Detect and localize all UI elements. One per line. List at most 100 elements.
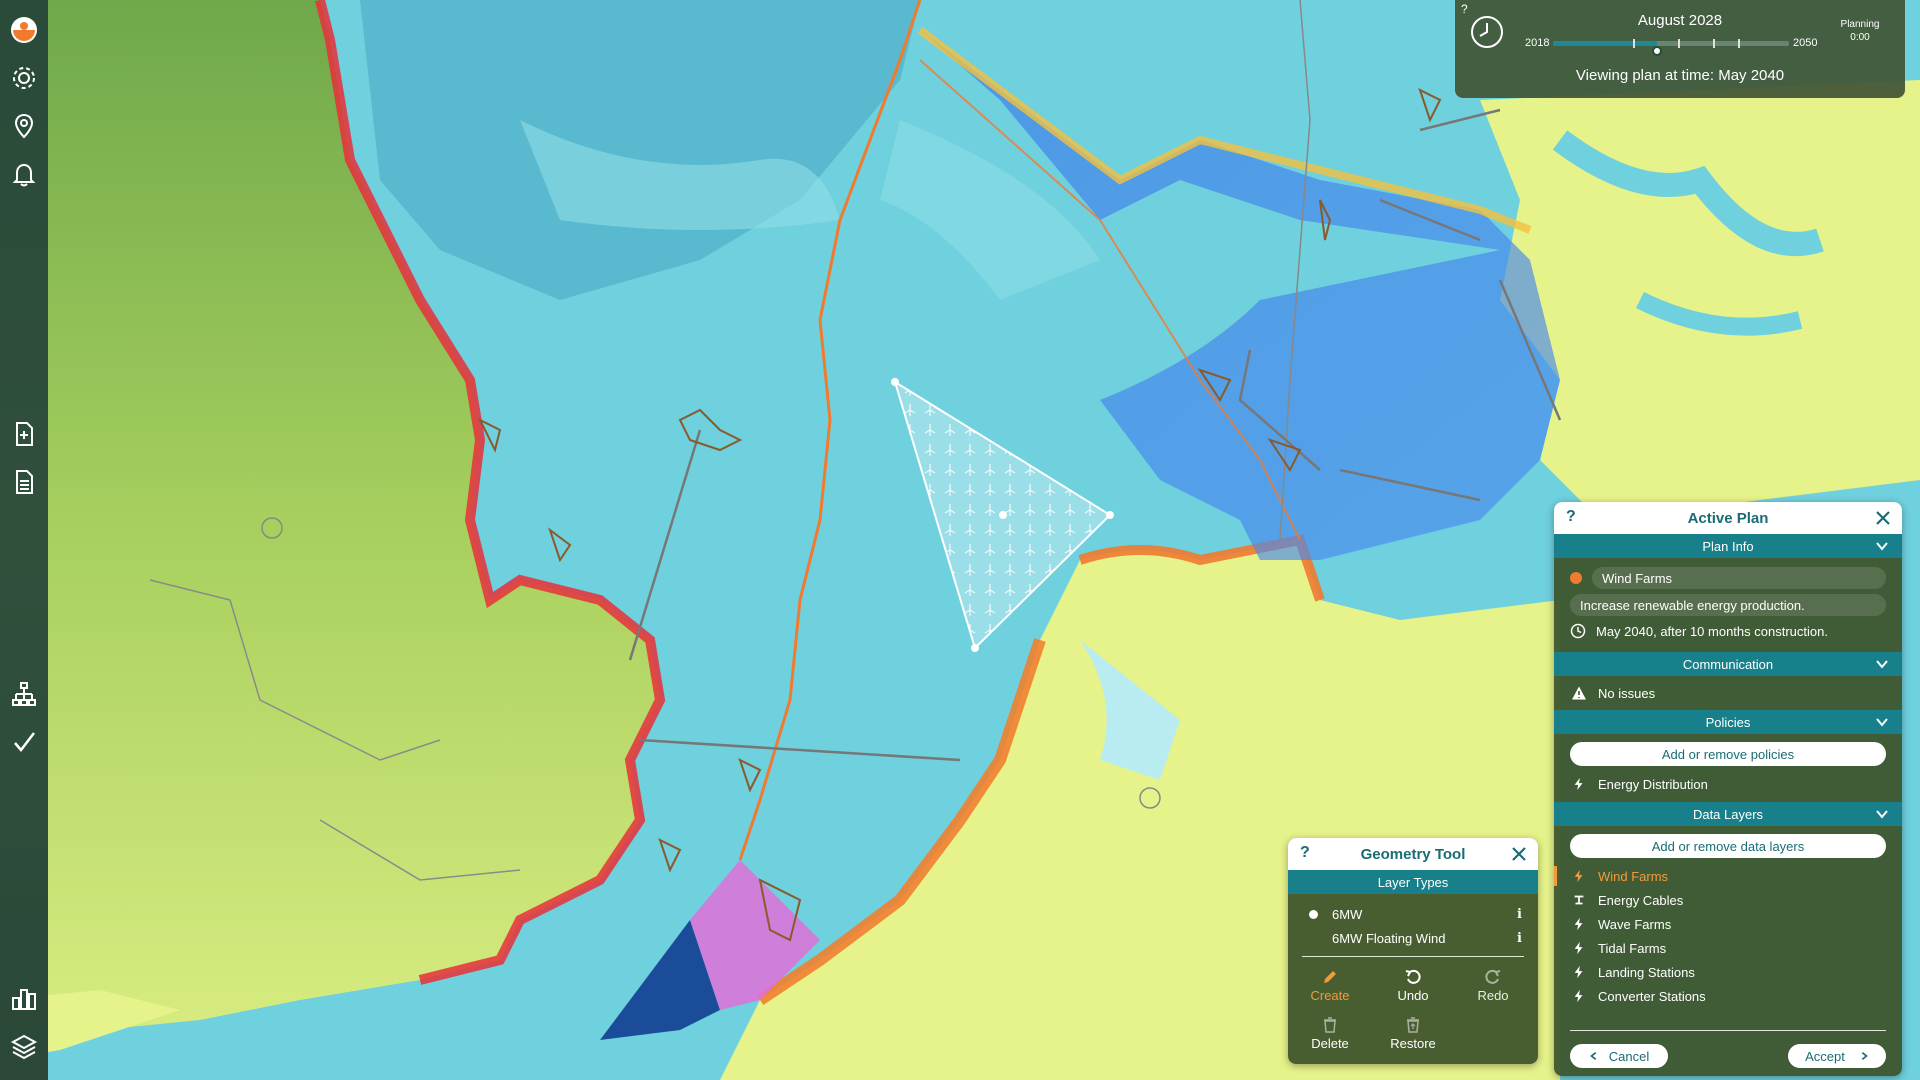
settings-button[interactable] [0, 54, 48, 102]
restore-button[interactable]: Restore [1373, 1016, 1453, 1051]
timeline-tick [1738, 39, 1740, 48]
timeline-panel: ? August 2028 2018 2050 Planning 0:00 Vi… [1455, 0, 1905, 98]
denmark-landmass [1480, 80, 1920, 520]
create-button[interactable]: Create [1290, 968, 1370, 1003]
info-icon[interactable]: i [1517, 907, 1522, 922]
logo-icon [11, 17, 37, 43]
pencil-icon [1324, 971, 1336, 983]
communication-status-row: No issues [1554, 676, 1902, 710]
layers-button[interactable] [0, 1022, 48, 1070]
trash-icon [1324, 1017, 1336, 1033]
data-layers-header[interactable]: Data Layers [1554, 802, 1902, 826]
lightning-icon [1574, 777, 1583, 791]
checkmark-icon [14, 732, 35, 752]
data-layer-item[interactable]: Wind Farms [1554, 864, 1902, 888]
layers-icon [10, 1034, 38, 1060]
plan-color-dot[interactable] [1570, 572, 1582, 584]
data-layer-item[interactable]: Tidal Farms [1554, 936, 1902, 960]
chevron-right-icon [1861, 1052, 1868, 1060]
left-sidebar [0, 0, 48, 1080]
hierarchy-icon [12, 682, 36, 706]
timeline-start-year: 2018 [1525, 37, 1550, 49]
geometry-tool-window: ? Geometry Tool Layer Types 6MW i 6MW Fl… [1288, 838, 1538, 1064]
redo-button[interactable]: Redo [1453, 968, 1533, 1003]
redo-icon [1485, 969, 1501, 984]
planning-status: Planning 0:00 [1815, 18, 1905, 44]
restore-trash-icon [1407, 1017, 1419, 1033]
active-plan-window: ? Active Plan Plan Info Wind Farms Incre… [1554, 502, 1902, 1076]
notifications-button[interactable] [0, 150, 48, 198]
delete-button[interactable]: Delete [1290, 1016, 1370, 1051]
hierarchy-button[interactable] [0, 670, 48, 718]
bar-chart-icon [12, 989, 36, 1010]
lightning-icon [1574, 941, 1583, 955]
cancel-button[interactable]: Cancel [1570, 1044, 1668, 1068]
timeline-end-year: 2050 [1793, 37, 1818, 49]
chevron-left-icon [1589, 1052, 1596, 1060]
location-button[interactable] [0, 102, 48, 150]
accept-button[interactable]: Accept [1788, 1044, 1886, 1068]
layer-type-label: 6MW Floating Wind [1332, 930, 1446, 946]
chevron-down-icon [1876, 542, 1888, 551]
viewing-plan-text: Viewing plan at time: May 2040 [1575, 67, 1785, 84]
timeline-tick [1678, 39, 1680, 48]
timeline-slider[interactable] [1553, 39, 1789, 56]
policy-item[interactable]: Energy Distribution [1554, 772, 1902, 796]
undo-button[interactable]: Undo [1373, 968, 1453, 1003]
active-plan-header: ? Active Plan [1554, 502, 1902, 534]
add-remove-policies-button[interactable]: Add or remove policies [1570, 742, 1886, 766]
plan-name-field[interactable]: Wind Farms [1592, 567, 1886, 589]
close-icon[interactable] [1874, 509, 1892, 527]
settings-icon [13, 67, 35, 89]
planning-label: Planning [1840, 19, 1880, 30]
communication-status: No issues [1598, 685, 1656, 701]
layer-type-option[interactable]: 6MW i [1288, 902, 1538, 926]
chevron-down-icon [1876, 718, 1888, 727]
new-plan-icon [16, 422, 33, 446]
location-pin-icon [14, 113, 34, 139]
timeline-thumb[interactable] [1651, 46, 1662, 56]
layer-type-option[interactable]: 6MW Floating Wind i [1288, 926, 1538, 950]
data-layer-item[interactable]: Converter Stations [1554, 984, 1902, 1008]
lightning-icon [1574, 917, 1583, 931]
planning-time: 0:00 [1850, 32, 1870, 43]
layer-type-label: 6MW [1332, 906, 1363, 922]
close-icon[interactable] [1510, 845, 1528, 863]
cable-icon [1574, 895, 1584, 905]
policies-header[interactable]: Policies [1554, 710, 1902, 734]
geometry-tool-title: Geometry Tool [1360, 845, 1466, 863]
timeline-tick [1633, 39, 1635, 48]
logo-button[interactable] [0, 6, 48, 54]
statistics-button[interactable] [0, 974, 48, 1022]
active-plan-help[interactable]: ? [1566, 508, 1576, 526]
geometry-tool-help[interactable]: ? [1300, 844, 1310, 862]
bell-icon [12, 163, 36, 187]
chevron-down-icon [1876, 810, 1888, 819]
add-remove-data-layers-button[interactable]: Add or remove data layers [1570, 834, 1886, 858]
selected-dot-icon [1304, 905, 1322, 923]
approve-button[interactable] [0, 718, 48, 766]
data-layer-item[interactable]: Energy Cables [1554, 888, 1902, 912]
lightning-icon [1574, 869, 1583, 883]
plans-list-icon [16, 470, 33, 494]
footer-divider [1570, 1030, 1886, 1031]
new-plan-button[interactable] [0, 410, 48, 458]
active-plan-title: Active Plan [1687, 509, 1769, 527]
timeline-date: August 2028 [1637, 12, 1723, 29]
plan-description-field[interactable]: Increase renewable energy production. [1570, 594, 1886, 616]
communication-header[interactable]: Communication [1554, 652, 1902, 676]
geometry-tool-header: ? Geometry Tool [1288, 838, 1538, 870]
undo-icon [1405, 969, 1421, 984]
plan-info-header[interactable]: Plan Info [1554, 534, 1902, 558]
plans-list-button[interactable] [0, 458, 48, 506]
timeline-progress [1553, 41, 1657, 46]
data-layer-item[interactable]: Landing Stations [1554, 960, 1902, 984]
lightning-icon [1574, 965, 1583, 979]
timeline-tick [1713, 39, 1715, 48]
lightning-icon [1574, 989, 1583, 1003]
chevron-down-icon [1876, 660, 1888, 669]
clock-icon [1570, 623, 1586, 639]
data-layer-item[interactable]: Wave Farms [1554, 912, 1902, 936]
info-icon[interactable]: i [1517, 931, 1522, 946]
warning-icon [1572, 686, 1586, 700]
